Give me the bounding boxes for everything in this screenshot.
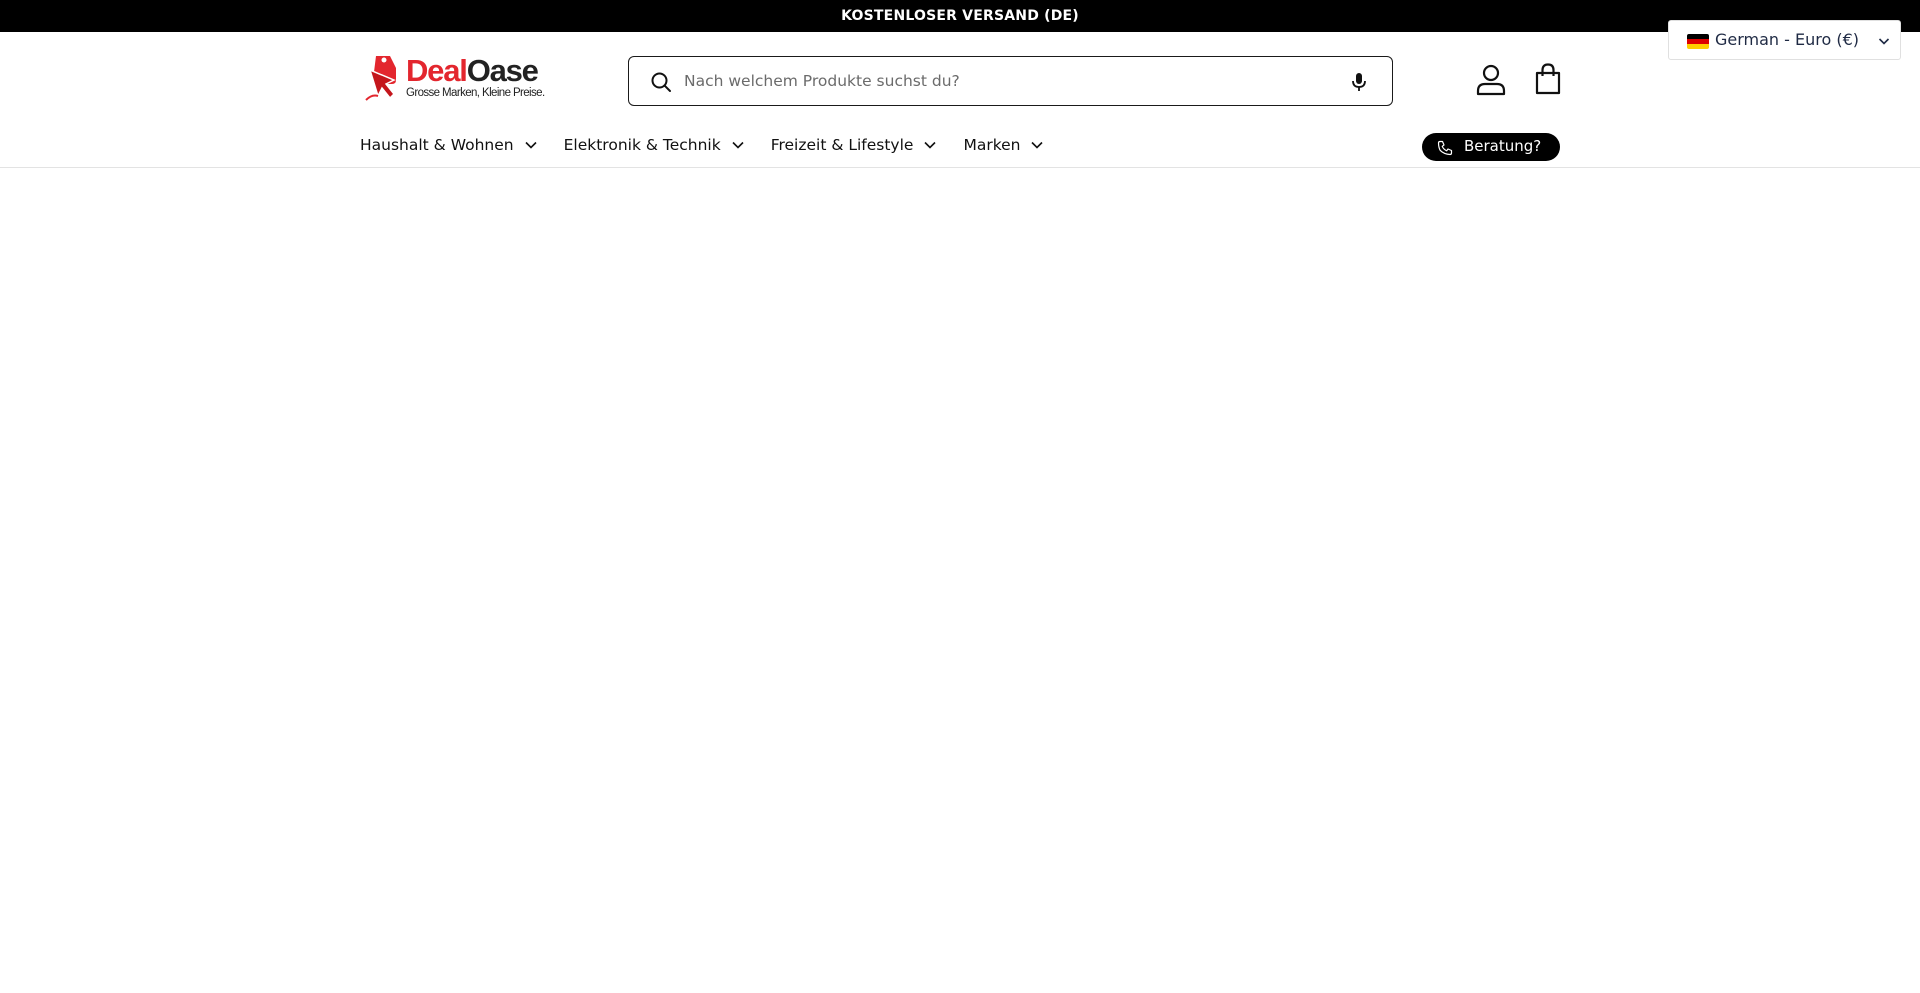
site-header: DealOase Grosse Marken, Kleine Preise. H…: [0, 32, 1920, 168]
search-box[interactable]: [628, 56, 1393, 106]
nav-item-label: Marken: [963, 136, 1021, 154]
nav-item-marken[interactable]: Marken: [963, 136, 1044, 154]
chevron-down-icon: [732, 141, 744, 149]
phone-icon: [1437, 140, 1453, 156]
language-currency-label: German - Euro (€): [1715, 30, 1860, 49]
nav-item-label: Freizeit & Lifestyle: [770, 136, 914, 154]
chevron-down-icon: [525, 141, 537, 149]
search-input[interactable]: [682, 65, 1322, 97]
chevron-down-icon: [1878, 38, 1890, 45]
chevron-down-icon: [1031, 141, 1044, 149]
consultation-label: Beratung?: [1464, 137, 1542, 155]
germany-flag-icon: [1687, 34, 1709, 49]
main-navigation: Haushalt & Wohnen Elektronik & Technik F…: [360, 130, 1070, 160]
microphone-icon[interactable]: [1347, 70, 1371, 94]
consultation-button[interactable]: Beratung?: [1422, 133, 1560, 161]
chevron-down-icon: [924, 141, 937, 149]
shopping-tag-logo-icon: [365, 56, 396, 101]
page-content-area: [0, 168, 1920, 993]
nav-item-elektronik-technik[interactable]: Elektronik & Technik: [564, 136, 745, 154]
logo-wordmark: DealOase: [406, 53, 539, 88]
announcement-text: KOSTENLOSER VERSAND (DE): [841, 8, 1079, 24]
announcement-bar: KOSTENLOSER VERSAND (DE): [0, 0, 1920, 32]
logo-wordmark-oase: Oase: [466, 53, 539, 88]
nav-item-label: Haushalt & Wohnen: [360, 136, 514, 154]
language-currency-selector[interactable]: German - Euro (€): [1668, 20, 1901, 60]
logo-wordmark-deal: Deal: [406, 53, 468, 88]
search-icon[interactable]: [649, 70, 673, 94]
user-icon[interactable]: [1475, 62, 1507, 96]
nav-item-freizeit-lifestyle[interactable]: Freizeit & Lifestyle: [771, 136, 938, 154]
nav-item-haushalt-wohnen[interactable]: Haushalt & Wohnen: [360, 136, 538, 154]
logo[interactable]: DealOase Grosse Marken, Kleine Preise.: [360, 50, 550, 104]
shopping-bag-icon[interactable]: [1533, 62, 1563, 96]
nav-item-label: Elektronik & Technik: [563, 136, 721, 154]
logo-tagline: Grosse Marken, Kleine Preise.: [406, 87, 545, 99]
